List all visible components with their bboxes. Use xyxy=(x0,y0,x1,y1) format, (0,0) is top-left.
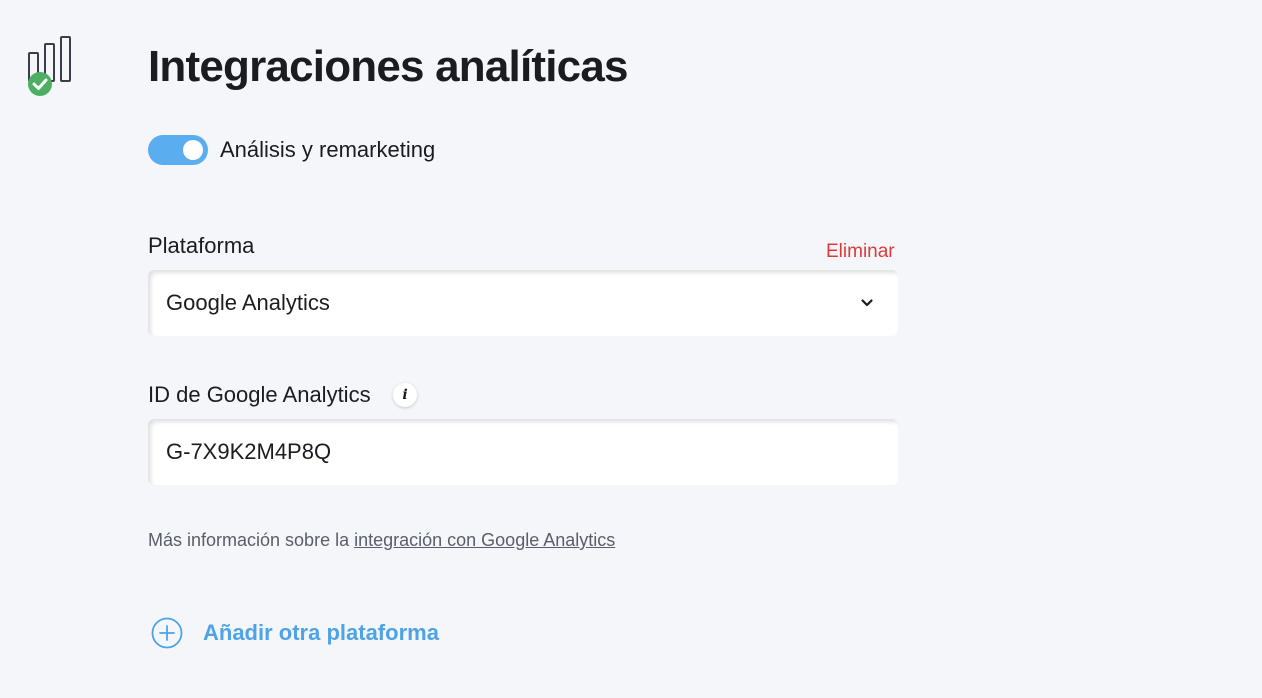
platform-label: Plataforma xyxy=(148,233,255,258)
tracking-id-input[interactable] xyxy=(148,419,898,485)
help-text: Más información sobre la integración con… xyxy=(148,528,615,552)
platform-select-value: Google Analytics xyxy=(166,290,330,315)
tracking-id-field xyxy=(148,419,898,485)
platform-select[interactable]: Google Analytics xyxy=(148,270,898,336)
add-platform-button[interactable]: Añadir otra plataforma xyxy=(150,616,439,650)
analytics-remarketing-toggle[interactable] xyxy=(148,135,208,165)
add-platform-label: Añadir otra plataforma xyxy=(203,620,439,645)
page-title: Integraciones analíticas xyxy=(148,42,628,91)
plus-circle-icon xyxy=(151,617,183,649)
chevron-down-icon xyxy=(861,299,873,307)
help-link[interactable]: integración con Google Analytics xyxy=(354,530,615,550)
info-icon[interactable]: i xyxy=(393,383,417,407)
analytics-toggle-row: Análisis y remarketing xyxy=(148,134,435,166)
toggle-label: Análisis y remarketing xyxy=(220,137,436,162)
tracking-id-label: ID de Google Analytics xyxy=(148,382,371,407)
toggle-knob xyxy=(183,140,203,160)
analytics-check-icon xyxy=(26,34,76,98)
help-text-prefix: Más información sobre la xyxy=(148,530,355,550)
remove-platform-link[interactable]: Eliminar xyxy=(826,240,895,264)
